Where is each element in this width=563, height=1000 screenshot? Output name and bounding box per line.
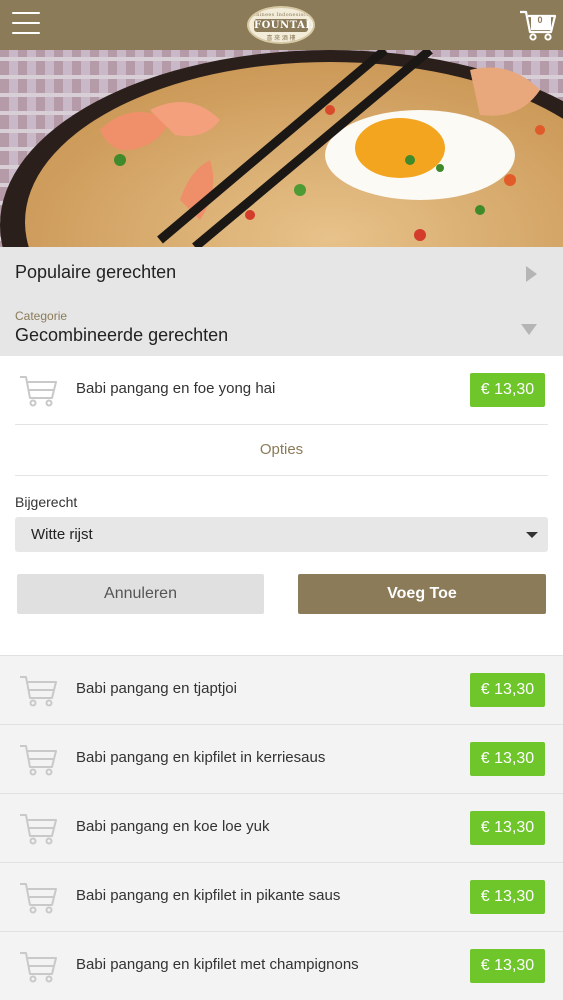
chevron-down-icon [521,324,537,335]
divider [15,475,548,476]
list-item[interactable]: Babi pangang en kipfilet in kerriesaus €… [0,724,563,792]
list-item[interactable]: Babi pangang en kipfilet met champignons… [0,931,563,999]
price-button[interactable]: € 13,30 [470,742,545,776]
cart-icon [18,372,60,408]
item-name: Babi pangang en kipfilet in kerriesaus [76,749,326,766]
side-dish-label: Bijgerecht [15,494,78,510]
cart-icon [18,672,60,708]
list-item[interactable]: Babi pangang en koe loe yuk € 13,30 [0,793,563,861]
popular-dishes-row[interactable]: Populaire gerechten [0,247,563,299]
category-selector[interactable]: Categorie Gecombineerde gerechten [0,299,563,356]
list-item[interactable]: Babi pangang en foe yong hai € 13,30 [0,356,563,424]
restaurant-logo[interactable]: Chinees Indonesisch FOUNTAIN 喜 來 酒 樓 [247,6,315,44]
dish-list: Babi pangang en tjaptjoi € 13,30 Babi pa… [0,655,563,1000]
cart-icon [18,741,60,777]
price-button[interactable]: € 13,30 [470,811,545,845]
item-name: Babi pangang en foe yong hai [76,380,276,397]
caret-down-icon [526,532,538,538]
price-button[interactable]: € 13,30 [470,373,545,407]
cart-icon [18,948,60,984]
item-name: Babi pangang en tjaptjoi [76,680,237,697]
list-item[interactable]: Babi pangang en kipfilet in pikante saus… [0,862,563,930]
side-dish-value: Witte rijst [31,526,93,543]
hero-food-image [0,50,563,247]
menu-icon[interactable] [12,12,40,36]
item-name: Babi pangang en kipfilet met champignons [76,956,359,973]
price-button[interactable]: € 13,30 [470,949,545,983]
add-to-cart-button[interactable]: Voeg Toe [298,574,546,614]
category-value: Gecombineerde gerechten [15,325,229,345]
expanded-item-panel: Babi pangang en foe yong hai € 13,30 Opt… [0,356,563,655]
shopping-cart-icon[interactable]: 0 [518,8,558,42]
options-button[interactable]: Opties [15,425,548,475]
item-name: Babi pangang en kipfilet in pikante saus [76,887,341,904]
item-name: Babi pangang en koe loe yuk [76,818,270,835]
chevron-right-icon [526,266,537,282]
cart-icon [18,810,60,846]
side-dish-select[interactable]: Witte rijst [15,517,548,552]
cart-icon [18,879,60,915]
cancel-button[interactable]: Annuleren [17,574,264,614]
price-button[interactable]: € 13,30 [470,673,545,707]
price-button[interactable]: € 13,30 [470,880,545,914]
category-caption: Categorie [15,309,68,323]
top-bar: Chinees Indonesisch FOUNTAIN 喜 來 酒 樓 0 [0,0,563,50]
popular-dishes-label: Populaire gerechten [15,262,177,282]
list-item[interactable]: Babi pangang en tjaptjoi € 13,30 [0,655,563,723]
cart-count-badge: 0 [537,15,543,25]
